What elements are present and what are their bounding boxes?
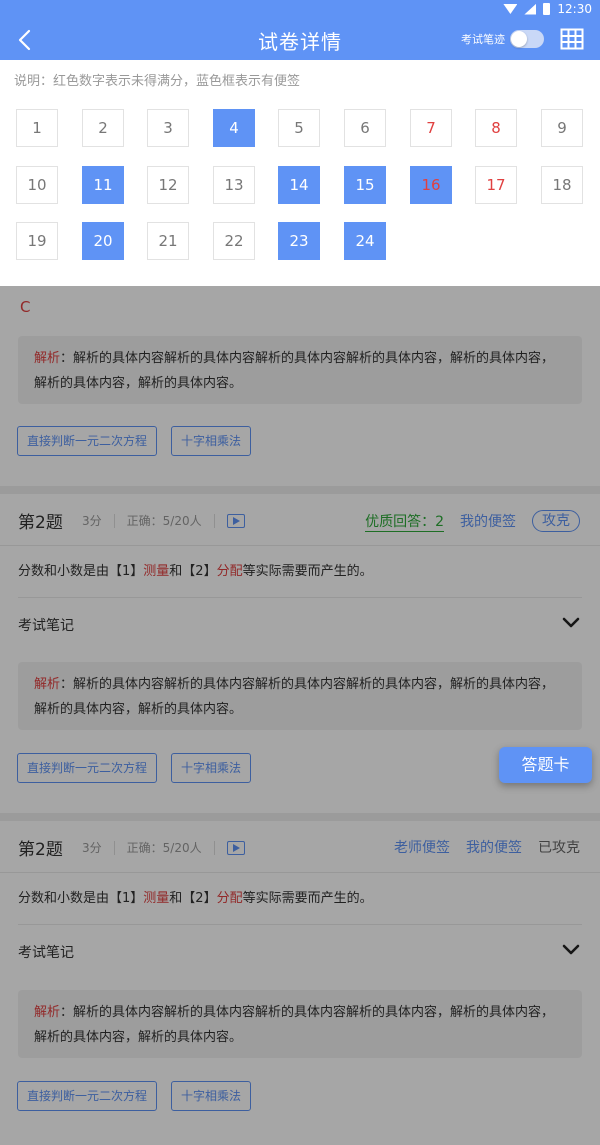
grid-icon [560, 28, 584, 50]
toggle-knob [511, 31, 527, 47]
question-actions: 老师便签 我的便签 已攻克 [394, 837, 580, 857]
question-score: 3分 [82, 841, 102, 855]
question-number-19[interactable]: 19 [16, 222, 58, 260]
tag-button[interactable]: 十字相乘法 [171, 753, 252, 783]
answer-card-button[interactable]: 答题卡 [499, 747, 592, 783]
chevron-down-icon[interactable] [562, 944, 580, 956]
question-number-12[interactable]: 12 [147, 166, 189, 204]
my-note-link[interactable]: 我的便签 [460, 511, 516, 531]
exam-notes-label: 考试笔记 [18, 945, 74, 961]
tag-list: 直接判断一元二次方程 十字相乘法 [17, 753, 252, 783]
question-number-20[interactable]: 20 [82, 222, 124, 260]
question-number-1[interactable]: 1 [16, 109, 58, 147]
signal-icon [524, 3, 537, 15]
question-meta: 3分 正确：5/20人 [82, 512, 245, 529]
question-number-3[interactable]: 3 [147, 109, 189, 147]
status-time: 12:30 [557, 2, 592, 16]
exam-handwriting-toggle[interactable] [510, 30, 544, 48]
tag-button[interactable]: 十字相乘法 [171, 426, 252, 456]
question-number-16[interactable]: 16 [410, 166, 452, 204]
tag-button[interactable]: 直接判断一元二次方程 [17, 753, 158, 783]
exam-notes-label: 考试笔记 [18, 618, 74, 634]
question-number-23[interactable]: 23 [278, 222, 320, 260]
question-number-21[interactable]: 21 [147, 222, 189, 260]
question-number-18[interactable]: 18 [541, 166, 583, 204]
quality-answer-link[interactable]: 优质回答：2 [365, 511, 444, 532]
question-correct-rate: 正确：5/20人 [126, 841, 202, 855]
tag-list: 直接判断一元二次方程 十字相乘法 [17, 426, 252, 456]
exam-notes-row[interactable]: 考试笔记 [18, 599, 582, 651]
play-video-icon[interactable] [226, 513, 245, 528]
exam-handwriting-label: 考试笔迹 [461, 33, 505, 46]
question-number-17[interactable]: 17 [475, 166, 517, 204]
tag-button[interactable]: 直接判断一元二次方程 [17, 1081, 158, 1111]
analysis-label: 解析 [34, 351, 61, 366]
chevron-down-icon[interactable] [562, 617, 580, 629]
question-list: C 解析：解析的具体内容解析的具体内容解析的具体内容解析的具体内容，解析的具体内… [0, 286, 600, 1145]
question-score: 3分 [82, 514, 102, 528]
analysis-label: 解析 [34, 1005, 61, 1020]
question-meta: 3分 正确：5/20人 [82, 839, 245, 856]
teacher-note-link[interactable]: 老师便签 [394, 837, 450, 857]
question-number-2[interactable]: 2 [82, 109, 124, 147]
question-number-11[interactable]: 11 [82, 166, 124, 204]
question-correct-rate: 正确：5/20人 [126, 514, 202, 528]
analysis-text: ：解析的具体内容解析的具体内容解析的具体内容解析的具体内容，解析的具体内容，解析… [34, 1005, 555, 1045]
battery-icon [543, 3, 551, 15]
wifi-icon [503, 4, 518, 14]
analysis-text: ：解析的具体内容解析的具体内容解析的具体内容解析的具体内容，解析的具体内容，解析… [34, 351, 555, 391]
question-number-9[interactable]: 9 [541, 109, 583, 147]
question-number-14[interactable]: 14 [278, 166, 320, 204]
question-number-15[interactable]: 15 [344, 166, 386, 204]
question-number-10[interactable]: 10 [16, 166, 58, 204]
question-header: 第2题 3分 正确：5/20人 优质回答：2 我的便签 攻克 [0, 494, 600, 546]
status-bar: 12:30 [0, 0, 600, 20]
app-header: 试卷详情 考试笔迹 [0, 20, 600, 60]
tag-button[interactable]: 十字相乘法 [171, 1081, 252, 1111]
tag-list: 直接判断一元二次方程 十字相乘法 [17, 1081, 252, 1111]
question-actions: 优质回答：2 我的便签 攻克 [365, 510, 580, 532]
section-divider [0, 813, 600, 821]
question-title: 第2题 [18, 840, 63, 860]
question-body: 分数和小数是由【1】测量和【2】分配等实际需要而产生的。 [18, 873, 582, 925]
analysis-label: 解析 [34, 677, 61, 692]
question-number-8[interactable]: 8 [475, 109, 517, 147]
answer-text: C [20, 298, 31, 316]
question-title: 第2题 [18, 513, 63, 533]
question-number-24[interactable]: 24 [344, 222, 386, 260]
analysis-box: 解析：解析的具体内容解析的具体内容解析的具体内容解析的具体内容，解析的具体内容，… [18, 662, 582, 730]
my-note-link[interactable]: 我的便签 [466, 837, 522, 857]
tag-button[interactable]: 直接判断一元二次方程 [17, 426, 158, 456]
attack-button[interactable]: 攻克 [532, 510, 580, 532]
question-header: 第2题 3分 正确：5/20人 老师便签 我的便签 已攻克 [0, 821, 600, 873]
analysis-text: ：解析的具体内容解析的具体内容解析的具体内容解析的具体内容，解析的具体内容，解析… [34, 677, 555, 717]
section-divider [0, 486, 600, 494]
exam-handwriting-toggle-group: 考试笔迹 [461, 30, 544, 48]
legend-note: 说明：红色数字表示未得满分，蓝色框表示有便签 [14, 74, 301, 89]
question-body: 分数和小数是由【1】测量和【2】分配等实际需要而产生的。 [18, 546, 582, 598]
question-number-13[interactable]: 13 [213, 166, 255, 204]
play-video-icon[interactable] [226, 840, 245, 855]
question-number-5[interactable]: 5 [278, 109, 320, 147]
grid-menu-button[interactable] [560, 28, 584, 50]
analysis-box: 解析：解析的具体内容解析的具体内容解析的具体内容解析的具体内容，解析的具体内容，… [18, 990, 582, 1058]
question-number-22[interactable]: 22 [213, 222, 255, 260]
exam-notes-row[interactable]: 考试笔记 [18, 926, 582, 978]
answer-card-panel: 说明：红色数字表示未得满分，蓝色框表示有便签 1 2 3 4 5 6 7 8 9 10 11 12 13… [0, 60, 600, 286]
question-number-4[interactable]: 4 [213, 109, 255, 147]
analysis-box: 解析：解析的具体内容解析的具体内容解析的具体内容解析的具体内容，解析的具体内容，… [18, 336, 582, 404]
attacked-status[interactable]: 已攻克 [538, 837, 580, 857]
question-number-6[interactable]: 6 [344, 109, 386, 147]
question-number-7[interactable]: 7 [410, 109, 452, 147]
